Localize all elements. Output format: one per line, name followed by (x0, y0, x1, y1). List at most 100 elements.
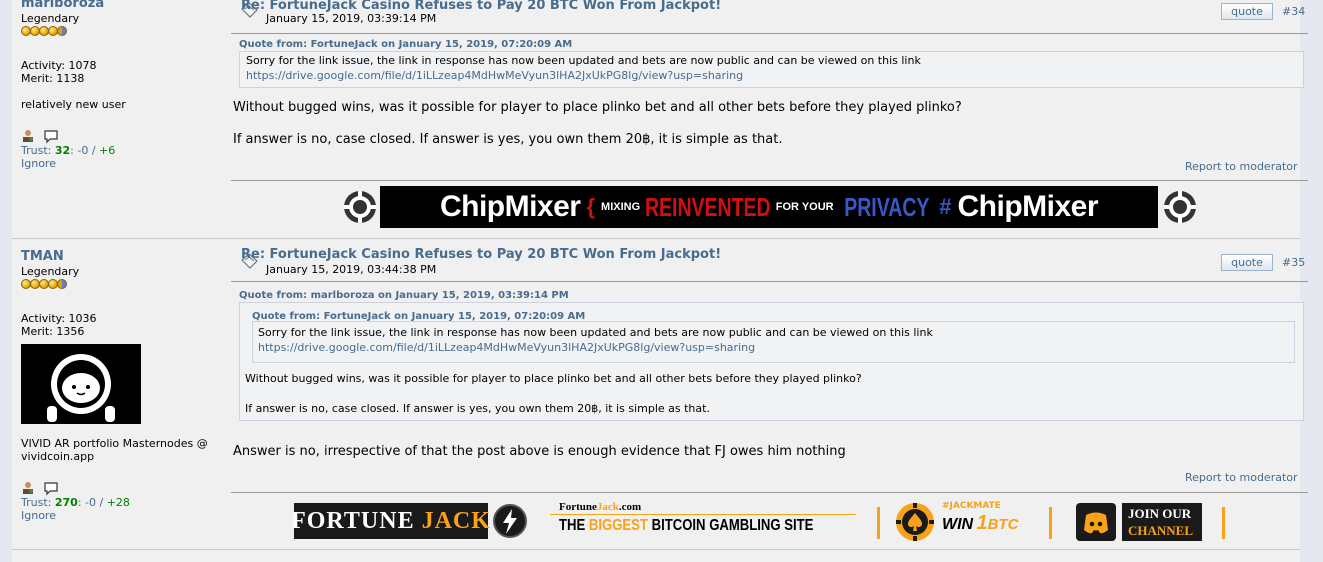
message-icon[interactable] (43, 129, 59, 144)
quote-header[interactable]: Quote from: FortuneJack on January 15, 2… (239, 39, 572, 50)
username-link[interactable]: TMAN (21, 249, 216, 264)
tagline-biggest: BIGGEST (588, 517, 648, 534)
profile-icons (21, 480, 216, 496)
fortunejack-logo: FORTUNE JACK (291, 503, 491, 539)
outer-quote-p1: Without bugged wins, was it possible for… (245, 372, 862, 385)
ignore-link[interactable]: Ignore (21, 157, 216, 170)
discord-icon (1076, 503, 1116, 541)
post-subject[interactable]: Re: FortuneJack Casino Refuses to Pay 20… (241, 247, 721, 262)
trust-score[interactable]: 270 (55, 496, 78, 509)
chipmixer-right-text: ChipMixer (957, 190, 1099, 223)
forum-post: marlboroza Legendary Activity: 1078 Meri… (12, 0, 1308, 236)
privacy-text: PRIVACY (843, 191, 930, 222)
trust-score[interactable]: 32 (55, 144, 70, 157)
site-name: FortuneJack.com (559, 501, 641, 513)
post-date: January 15, 2019, 03:44:38 PM (266, 263, 437, 276)
fortunejack-banner[interactable]: FORTUNE JACK FortuneJack.com THE BIGGEST… (291, 499, 1234, 545)
win-unit: BTC (987, 516, 1019, 533)
merit-stat: Merit: 1138 (21, 72, 85, 85)
post-divider (231, 33, 1308, 34)
tagline-bitcoin: BITCOIN (651, 517, 706, 534)
tagline-rest: GAMBLING SITE (709, 517, 814, 534)
channel-text: CHANNEL (1128, 523, 1194, 538)
chip-icon (1164, 191, 1196, 223)
report-to-moderator-link[interactable]: Report to moderator (1185, 160, 1298, 173)
trust-line: Trust: 270: -0 / +28 (21, 496, 216, 509)
logo-fortune: FORTUNE (291, 507, 415, 534)
poster-info: marlboroza Legendary Activity: 1078 Meri… (21, 0, 216, 170)
quote-button[interactable]: quote (1221, 3, 1273, 20)
post-number[interactable]: #34 (1282, 5, 1305, 18)
personal-text: VIVID AR portfolio Masternodes @ vividco… (21, 437, 208, 463)
chipmixer-banner[interactable]: ChipMixer { MIXING REINVENTED FOR YOUR P… (342, 186, 1198, 230)
report-to-moderator-link[interactable]: Report to moderator (1185, 471, 1298, 484)
forum-post: TMAN Legendary Activity: 1036 Merit: 135… (12, 238, 1308, 551)
site-fortune: Fortune (559, 501, 597, 513)
activity-stat: Activity: 1078 (21, 59, 97, 72)
tagline: THE BIGGEST BITCOIN GAMBLING SITE (559, 517, 813, 535)
tagline-the: THE (559, 517, 586, 534)
activity-stat: Activity: 1036 (21, 312, 97, 325)
inner-quote-link[interactable]: https://drive.google.com/file/d/1iLLzeap… (258, 340, 1289, 355)
poster-info: TMAN Legendary Activity: 1036 Merit: 135… (21, 249, 216, 522)
personal-text: relatively new user (21, 98, 126, 111)
quote-button[interactable]: quote (1221, 254, 1273, 271)
trust-neg: : -0 / (70, 144, 96, 157)
post-date: January 15, 2019, 03:39:14 PM (266, 12, 437, 25)
jackmate-hashtag: #JACKMATE (942, 501, 1001, 511)
join-text: JOIN OUR (1128, 506, 1192, 521)
astronaut-avatar-icon (47, 354, 115, 422)
win-text: WIN 1BTC (942, 512, 1018, 535)
trust-label: Trust: (21, 144, 52, 157)
lightning-badge-icon (493, 504, 527, 538)
join-channel-box: JOIN OUR CHANNEL (1122, 503, 1202, 541)
site-com: .com (618, 501, 642, 513)
win-label: WIN (942, 516, 974, 533)
rank-stars (21, 279, 216, 291)
trust-label: Trust: (21, 496, 52, 509)
next-post-strip (12, 549, 1300, 562)
ignore-link[interactable]: Ignore (21, 509, 216, 522)
post-number[interactable]: #35 (1282, 256, 1305, 269)
trust-pos: +6 (99, 144, 116, 157)
username-link[interactable]: marlboroza (21, 0, 216, 11)
chip-icon (344, 191, 376, 223)
hash-text: # (939, 194, 952, 219)
banner-separator (1049, 507, 1052, 539)
user-avatar (21, 344, 141, 424)
trust-neg: : -0 / (77, 496, 104, 509)
trust-line: Trust: 32: -0 / +6 (21, 144, 216, 157)
win-amount: 1 (976, 512, 988, 534)
for-your-text: FOR YOUR (775, 201, 834, 213)
quote-box: Sorry for the link issue, the link in re… (239, 51, 1304, 88)
profile-icon[interactable] (21, 129, 35, 143)
post-body-p1: Without bugged wins, was it possible for… (233, 100, 962, 115)
quote-link[interactable]: https://drive.google.com/file/d/1iLLzeap… (246, 68, 1297, 83)
quote-text: Sorry for the link issue, the link in re… (246, 54, 921, 67)
post-divider (231, 281, 1308, 282)
logo-jack: JACK (421, 507, 491, 534)
merit-stat: Merit: 1356 (21, 325, 85, 338)
tagline-rule (550, 514, 856, 515)
site-jack: Jack (596, 501, 619, 513)
chipmixer-left-text: ChipMixer (439, 190, 581, 223)
profile-icons (21, 128, 216, 144)
message-icon[interactable] (43, 481, 59, 496)
outer-quote-header[interactable]: Quote from: marlboroza on January 15, 20… (239, 290, 569, 301)
profile-icon[interactable] (21, 481, 35, 495)
outer-quote-p2: If answer is no, case closed. If answer … (245, 402, 710, 415)
banner-separator (877, 507, 880, 539)
post-body: Answer is no, irrespective of that the p… (233, 444, 846, 459)
chipmixer-strip: ChipMixer { MIXING REINVENTED FOR YOUR P… (380, 186, 1158, 228)
reinvented-text: REINVENTED (645, 191, 771, 222)
outer-quote-box: Quote from: FortuneJack on January 15, 2… (239, 302, 1304, 421)
trust-pos: +28 (106, 496, 130, 509)
signature-divider (231, 492, 1308, 493)
poker-chip-icon (896, 503, 934, 541)
post-body-p2: If answer is no, case closed. If answer … (233, 132, 783, 147)
inner-quote-text: Sorry for the link issue, the link in re… (258, 326, 933, 339)
banner-separator (1222, 507, 1225, 539)
brace-text: { (586, 194, 596, 219)
inner-quote-box: Sorry for the link issue, the link in re… (252, 321, 1295, 363)
signature-divider (231, 180, 1308, 181)
